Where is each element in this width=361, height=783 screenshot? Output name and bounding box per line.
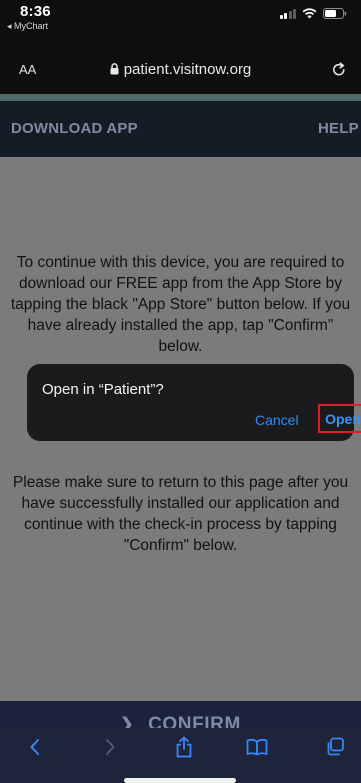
home-indicator[interactable] bbox=[124, 778, 236, 783]
forward-icon[interactable] bbox=[97, 734, 123, 760]
cellular-signal-icon bbox=[279, 8, 296, 19]
site-top-band bbox=[0, 94, 361, 101]
dialog-title: Open in “Patient”? bbox=[42, 381, 164, 398]
url-text: patient.visitnow.org bbox=[123, 61, 252, 78]
download-instructions: To continue with this device, you are re… bbox=[10, 254, 351, 355]
status-bar: 8:36 ◂ MyChart bbox=[0, 0, 361, 50]
back-to-app-link[interactable]: ◂ MyChart bbox=[7, 21, 48, 32]
tabs-icon[interactable] bbox=[322, 734, 348, 760]
reload-icon[interactable] bbox=[331, 62, 347, 78]
cancel-button[interactable]: Cancel bbox=[255, 412, 299, 428]
open-button[interactable]: Open bbox=[318, 404, 361, 433]
battery-icon bbox=[323, 8, 347, 19]
nav-download-app[interactable]: DOWNLOAD APP bbox=[11, 120, 138, 137]
address-bar: AA patient.visitnow.org bbox=[0, 50, 361, 94]
open-in-app-dialog: Open in “Patient”? Cancel Open bbox=[27, 364, 361, 441]
bookmarks-icon[interactable] bbox=[244, 734, 270, 760]
nav-help[interactable]: HELP bbox=[318, 120, 359, 137]
site-nav: DOWNLOAD APP HELP bbox=[0, 101, 361, 157]
browser-toolbar bbox=[0, 728, 361, 783]
status-icons bbox=[279, 8, 348, 19]
wifi-icon bbox=[302, 8, 317, 19]
share-icon[interactable] bbox=[171, 734, 197, 760]
status-time: 8:36 bbox=[20, 3, 51, 20]
url-field[interactable]: patient.visitnow.org bbox=[0, 61, 361, 78]
lock-icon bbox=[110, 63, 119, 75]
back-icon[interactable] bbox=[22, 734, 48, 760]
return-instructions: Please make sure to return to this page … bbox=[12, 474, 349, 554]
